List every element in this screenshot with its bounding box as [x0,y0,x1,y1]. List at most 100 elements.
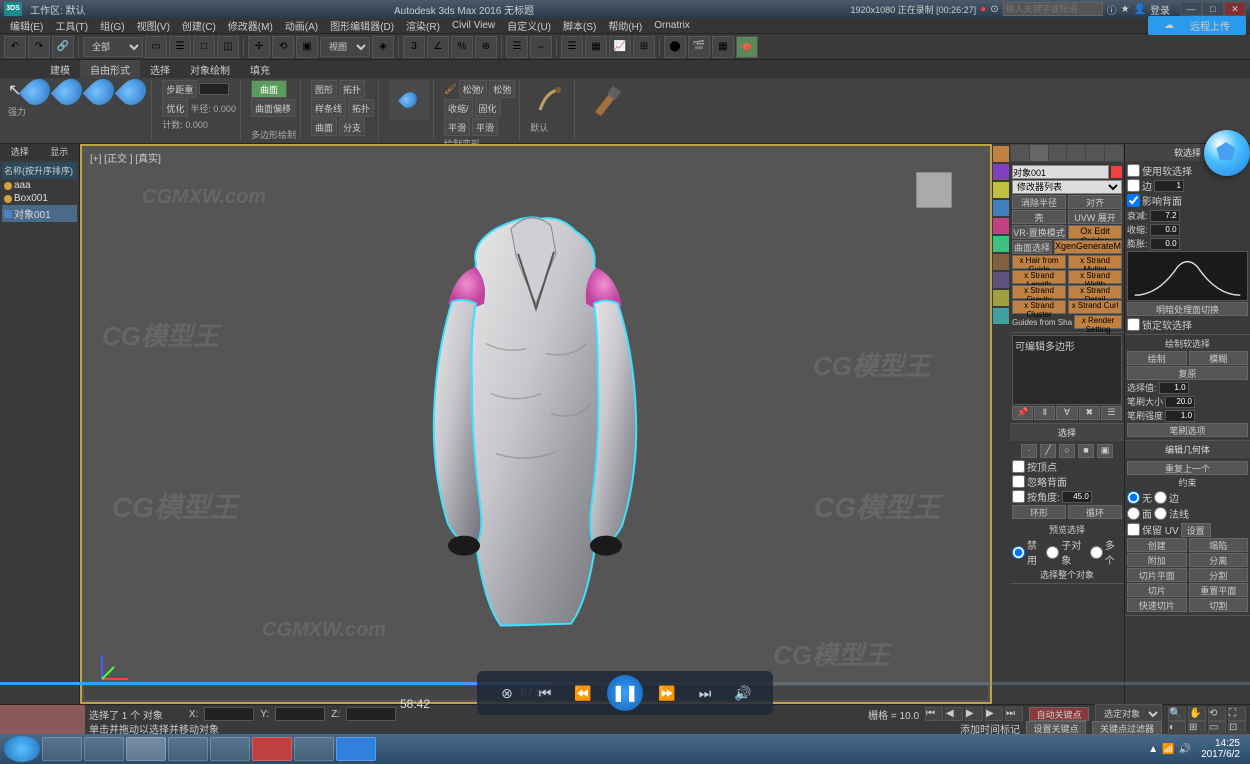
ox-btn-6[interactable] [993,236,1009,252]
ox-btn-3[interactable] [993,182,1009,198]
schematic-button[interactable]: ⊞ [633,36,655,58]
vp-stop-button[interactable]: ⊗ [493,679,521,707]
viewport[interactable]: [+] [正交 ] [真实] CGMXW.com CG模型王 CG模型王 CG模… [80,144,992,704]
pin-stack-button[interactable]: 📌 [1012,406,1033,420]
default-brush-icon[interactable] [530,80,570,120]
modify-tab[interactable] [1030,145,1048,161]
left-tab-display[interactable]: 显示 [40,144,80,160]
create-tab[interactable] [1011,145,1029,161]
info-icon[interactable]: ⓘ [1107,2,1117,17]
nav-max-button[interactable]: ⛶ [1228,707,1246,721]
task-recorder[interactable] [252,737,292,761]
remove-mod-button[interactable]: ✖ [1079,406,1100,420]
help-search-input[interactable] [1003,2,1103,16]
shape-btn[interactable]: 图形 [311,80,337,98]
spline-btn[interactable]: 样条线 [311,99,346,117]
configure-button[interactable]: ☰ [1101,406,1122,420]
goto-start-button[interactable]: ⏮ [925,707,943,721]
menu-group[interactable]: 组(G) [94,18,130,33]
material-editor-button[interactable]: ⬤ [664,36,686,58]
ribbon-tab-modeling[interactable]: 建模 [40,60,80,78]
menu-modifiers[interactable]: 修改器(M) [222,18,279,33]
x-coord-input[interactable] [204,707,254,721]
nav-extents-button[interactable]: ⊡ [1228,721,1246,735]
ribbon-tab-populate[interactable]: 填充 [240,60,280,78]
angle-snap-button[interactable]: ∠ [427,36,449,58]
task-app5[interactable] [210,737,250,761]
ignore-back-check[interactable] [1012,475,1025,488]
login-link[interactable]: 登录 [1150,2,1170,17]
tree-item-object[interactable]: 对象001 [2,205,77,222]
utilities-tab[interactable] [1105,145,1123,161]
ribbon-tab-freeform[interactable]: 自由形式 [80,60,140,78]
move-button[interactable]: ✢ [248,36,270,58]
menu-render[interactable]: 渲染(R) [400,18,446,33]
element-subobj[interactable]: ▣ [1097,444,1113,458]
maximize-button[interactable]: □ [1202,2,1224,16]
minimize-button[interactable]: — [1180,2,1202,16]
task-browser[interactable] [84,737,124,761]
vp-pause-button[interactable]: ❚❚ [607,675,643,711]
select-name-button[interactable]: ☰ [169,36,191,58]
layer-button[interactable]: ▦ [585,36,607,58]
tree-item-box[interactable]: Box001 [2,192,77,205]
nav-pan-button[interactable]: ✋ [1188,707,1206,721]
menu-customize[interactable]: 自定义(U) [501,18,557,33]
snap-button[interactable]: 3 [403,36,425,58]
prev-frame-button[interactable]: ◀ [945,707,963,721]
modifier-stack[interactable]: 可编辑多边形 [1012,335,1122,405]
topo2-btn[interactable]: 拓扑 [348,99,374,117]
ox-btn-2[interactable] [993,164,1009,180]
scale-button[interactable]: ▣ [296,36,318,58]
next-frame-button[interactable]: ▶ [985,707,1003,721]
app-logo[interactable]: 3DS [4,2,22,16]
object-color-swatch[interactable] [1111,166,1122,178]
menu-animation[interactable]: 动画(A) [279,18,324,33]
show-result-button[interactable]: Ⅱ [1034,406,1055,420]
object-name-input[interactable] [1012,165,1109,179]
ref-coord-dropdown[interactable]: 视图 [320,37,370,57]
vp-rewind-button[interactable]: ⏪ [569,679,597,707]
viewcube[interactable] [910,166,960,216]
menu-help[interactable]: 帮助(H) [602,18,648,33]
modifier-list-dropdown[interactable]: 修改器列表 [1012,180,1122,194]
user-icon[interactable]: 👤 [1134,4,1146,15]
nav-orbit-button[interactable]: ⟲ [1208,707,1226,721]
ox-btn-9[interactable] [993,290,1009,306]
align-button[interactable]: ☰ [561,36,583,58]
paint-brush-big[interactable] [585,80,625,120]
trackbar-mini[interactable] [0,705,85,734]
close-button[interactable]: ✕ [1224,2,1246,16]
render-frame-button[interactable]: ▦ [712,36,734,58]
ox-btn-1[interactable] [993,146,1009,162]
menu-create[interactable]: 创建(C) [176,18,222,33]
surface-btn[interactable]: 曲面 [251,80,287,98]
conform-brush-1[interactable] [389,80,429,120]
ox-btn-5[interactable] [993,218,1009,234]
vp-volume-button[interactable]: 🔊 [729,679,757,707]
ox-btn-10[interactable] [993,308,1009,324]
undo-button[interactable]: ↶ [4,36,26,58]
nav-fov-button[interactable]: ◐ [1168,721,1186,735]
edit-geo-rollout[interactable]: 编辑几何体 [1125,441,1250,458]
vertex-subobj[interactable]: ∙ [1021,444,1037,458]
keyfilter-button[interactable]: 关键点过滤器 [1092,721,1162,735]
menu-edit[interactable]: 编辑(E) [4,18,49,33]
addtime-link[interactable]: 添加时间标记 [960,721,1020,736]
use-softsel-check[interactable] [1127,164,1140,177]
task-explorer[interactable] [42,737,82,761]
percent-snap-button[interactable]: % [451,36,473,58]
left-tab-select[interactable]: 选择 [0,144,40,160]
nav-region-button[interactable]: ▭ [1208,721,1226,735]
surf-btn[interactable]: 曲面 [311,118,337,136]
vp-forward-button[interactable]: ⏩ [653,679,681,707]
topo-btn[interactable]: 拓扑 [339,80,365,98]
vp-prev-button[interactable]: ⏮ [531,679,559,707]
edge-subobj[interactable]: ╱ [1040,444,1056,458]
brush-arrow-icon[interactable]: ↖ [8,80,21,100]
mirror-button[interactable]: ⇔ [530,36,552,58]
rect-select-button[interactable]: □ [193,36,215,58]
step-btn[interactable]: 步距重 [162,80,197,98]
nav-zoom-button[interactable]: 🔍 [1168,707,1186,721]
task-app7[interactable] [294,737,334,761]
